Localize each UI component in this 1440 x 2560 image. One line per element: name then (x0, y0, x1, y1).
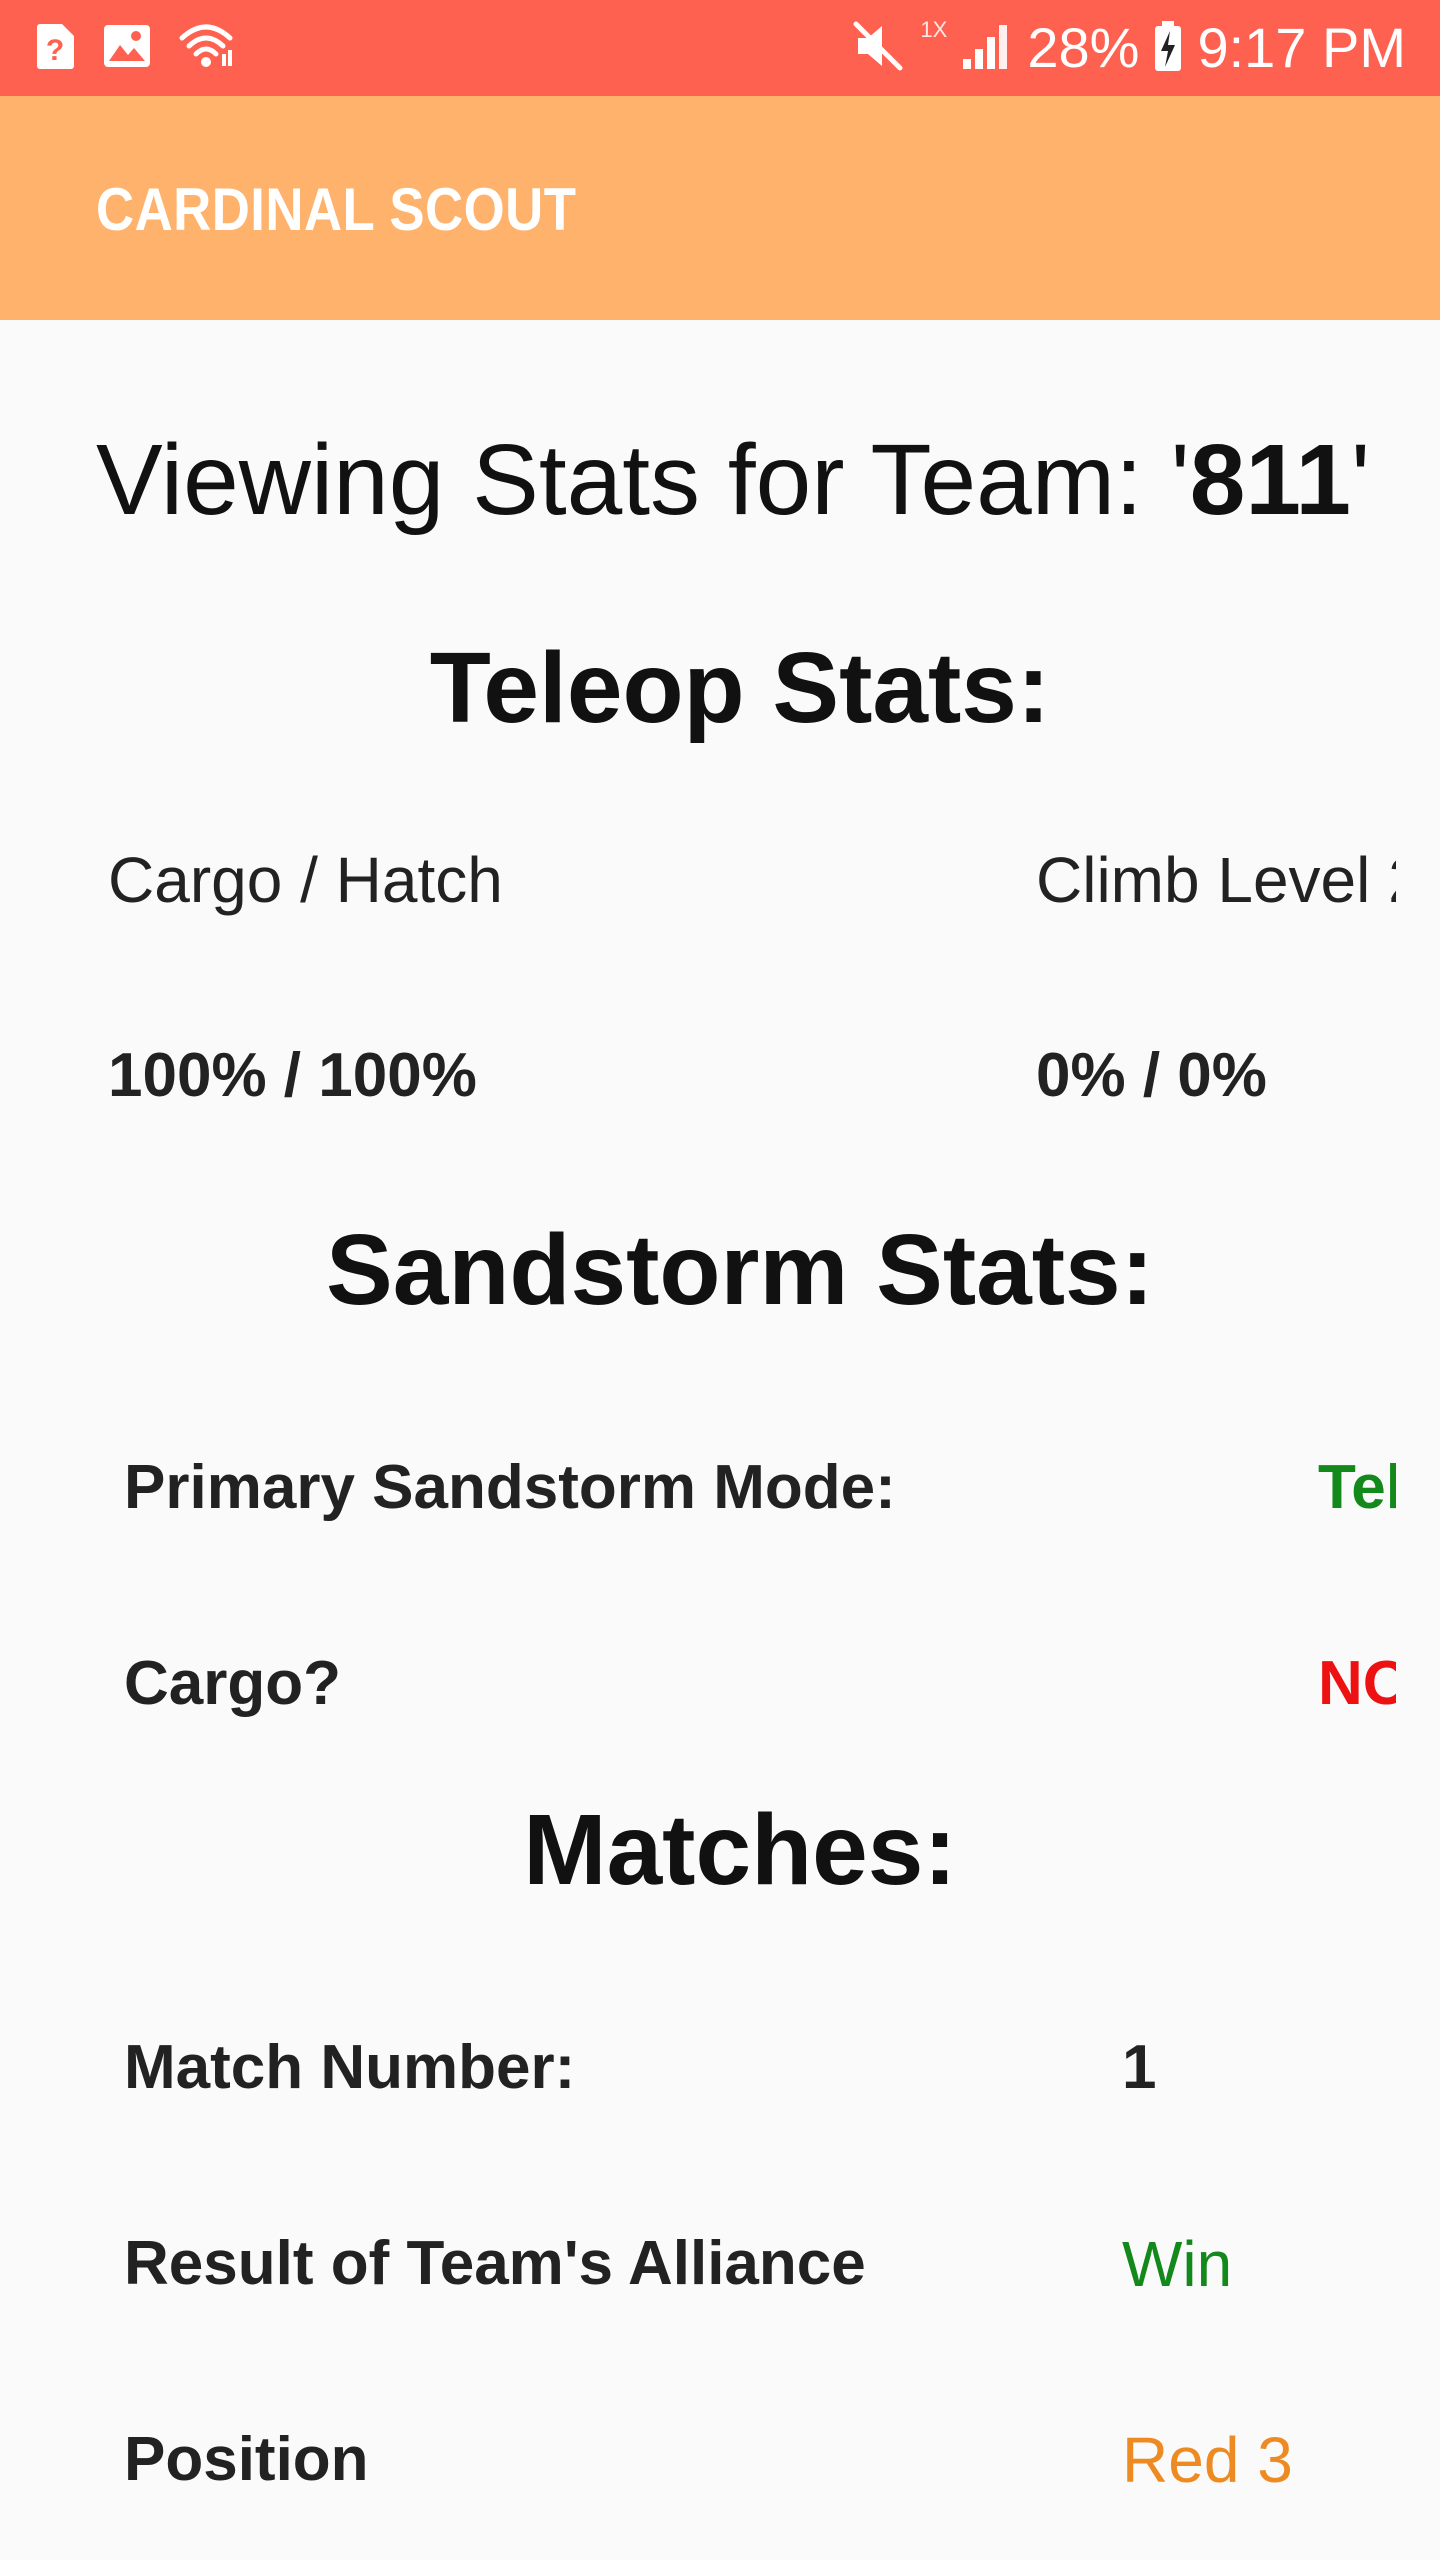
team-stats-content[interactable]: Viewing Stats for Team: '811' Teleop Sta… (0, 320, 1440, 2560)
mute-icon (850, 18, 906, 79)
primary-sandstorm-mode-value: Teleop (1318, 1453, 1396, 1522)
match-number-value: 1 (1122, 2033, 1157, 2102)
primary-sandstorm-mode-label: Primary Sandstorm Mode: (124, 1453, 896, 1522)
alliance-result-label: Result of Team's Alliance (124, 2229, 866, 2298)
sandstorm-cargo-value: NO (1318, 1649, 1396, 1718)
cargo-hatch-value: 100% / 100% (108, 1041, 477, 1110)
sandstorm-stats-title: Sandstorm Stats: (326, 1214, 1154, 1326)
app-title: CARDINAL SCOUT (96, 176, 577, 243)
alliance-result-value: Win (1122, 2228, 1233, 2300)
svg-text:?: ? (46, 34, 64, 67)
match-number-label: Match Number: (124, 2033, 576, 2102)
position-label: Position (124, 2425, 369, 2494)
status-bar-right-icons: 1X 28% 9:17 PM (850, 14, 1406, 82)
team-heading-suffix: ' (1351, 424, 1371, 536)
sandstorm-cargo-value-clip: NO (1318, 1644, 1396, 1724)
wifi-icon (178, 22, 234, 75)
app-bar: CARDINAL SCOUT (0, 96, 1440, 320)
position-value: Red 3 (1122, 2424, 1293, 2496)
teleop-stats-title: Teleop Stats: (429, 632, 1051, 744)
clock: 9:17 PM (1197, 16, 1406, 79)
signal-icon (961, 21, 1013, 76)
image-notification-icon (102, 23, 152, 74)
network-type: 1X (920, 17, 948, 42)
matches-title: Matches: (523, 1794, 957, 1906)
battery-percent: 28% (1027, 16, 1140, 79)
help-notification-icon: ? (34, 22, 76, 75)
status-bar: ? 1X 28% 9:17 PM (0, 0, 1440, 96)
team-heading: Viewing Stats for Team: '811' (96, 420, 1370, 540)
primary-sandstorm-mode-value-clip: Teleop (1318, 1448, 1396, 1528)
cargo-hatch-label: Cargo / Hatch (108, 844, 503, 916)
sandstorm-cargo-label: Cargo? (124, 1649, 341, 1718)
team-number: 811 (1189, 424, 1352, 536)
battery-charging-icon (1153, 19, 1183, 78)
climb-level-value: 0% / 0% (1036, 1041, 1267, 1110)
climb-level-label-clip: Climb Level 2 (1036, 840, 1396, 920)
team-heading-prefix: Viewing Stats for Team: ' (96, 424, 1190, 536)
status-bar-left-icons: ? (34, 22, 234, 74)
climb-level-label: Climb Level 2 (1036, 844, 1396, 916)
